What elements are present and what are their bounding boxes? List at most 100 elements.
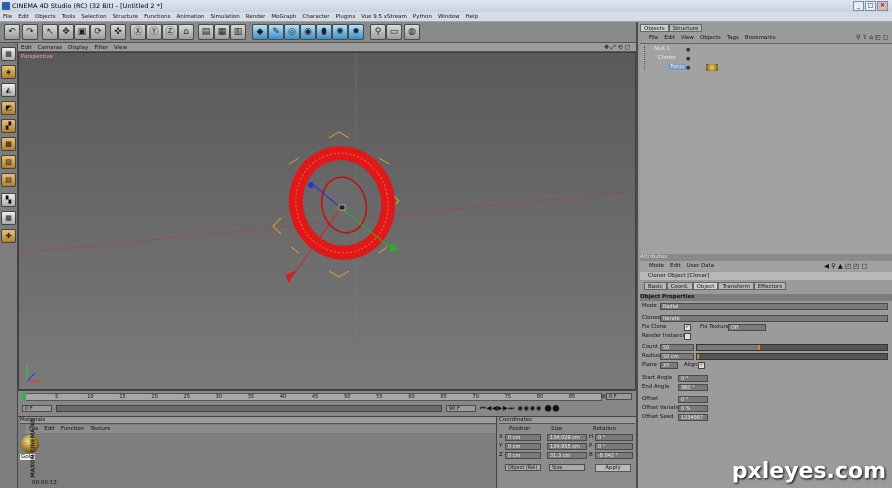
coordinate-system-icon[interactable]: ⌂	[178, 24, 194, 40]
viewport-canvas[interactable]	[19, 53, 636, 390]
count-slider[interactable]	[696, 344, 888, 351]
coord-position-input[interactable]: 0 cm	[505, 434, 541, 441]
menu-file[interactable]: File	[0, 12, 15, 22]
attr-tab-effectors[interactable]: Effectors	[753, 282, 787, 290]
coord-mode-select[interactable]: Object (Rel)	[505, 464, 541, 471]
coord-position-input[interactable]: 0 cm	[505, 452, 541, 459]
menu-objects[interactable]: Objects	[32, 12, 59, 22]
edges-mode-icon[interactable]: ▧	[1, 155, 16, 169]
visibility-dots[interactable]: ● ● ●	[686, 46, 690, 73]
rotate-icon[interactable]: ⟳	[90, 24, 106, 40]
coord-position-input[interactable]: 0 cm	[505, 443, 541, 450]
materials-menu-function[interactable]: Function	[58, 425, 87, 433]
coord-size-input[interactable]: 134.955 cm	[547, 443, 587, 450]
attributes-menu-mode[interactable]: Mode	[646, 262, 667, 270]
menu-mograph[interactable]: MoGraph	[268, 12, 299, 22]
menu-character[interactable]: Character	[299, 12, 332, 22]
nurbs-icon[interactable]: ◎	[284, 24, 300, 40]
tab-structure[interactable]: Structure	[668, 24, 703, 32]
coord-rotation-input[interactable]: 0 °	[595, 443, 633, 450]
offset-seed-input[interactable]: 1234567	[678, 414, 708, 421]
render-picture-viewer-icon[interactable]: ▦	[214, 24, 230, 40]
transform-icon[interactable]: ✜	[110, 24, 126, 40]
menu-edit[interactable]: Edit	[15, 12, 32, 22]
objects-menu-view[interactable]: View	[678, 34, 697, 42]
timeline-playhead[interactable]	[22, 393, 26, 401]
light-icon[interactable]: ▭	[386, 24, 402, 40]
render-instances-checkbox[interactable]	[684, 333, 691, 340]
timeline-ruler[interactable]: 051015202530354045505560657075808590	[22, 393, 607, 401]
menu-animation[interactable]: Animation	[173, 12, 207, 22]
offset-variation-input[interactable]: 0 %	[678, 405, 708, 412]
environment-icon[interactable]: ✹	[348, 24, 364, 40]
timeline-end-field[interactable]: 90 F	[446, 405, 476, 412]
texture-mode-icon[interactable]: ◩	[1, 101, 16, 115]
move-icon[interactable]: ✥	[58, 24, 74, 40]
align-checkbox[interactable]: ✓	[698, 362, 705, 369]
make-editable-icon[interactable]: ▦	[1, 47, 16, 61]
undo-icon[interactable]: ↶	[4, 24, 20, 40]
coord-size-input[interactable]: 31.3 cm	[547, 452, 587, 459]
objects-menu-file[interactable]: File	[646, 34, 661, 42]
camera-icon[interactable]: ⚲	[370, 24, 386, 40]
z-axis-icon[interactable]: Ⓩ	[162, 24, 178, 40]
fix-texture-select[interactable]: Off	[728, 324, 766, 331]
objects-menu-objects[interactable]: Objects	[697, 34, 724, 42]
x-axis-icon[interactable]: Ⓧ	[130, 24, 146, 40]
menu-render[interactable]: Render	[243, 12, 269, 22]
end-angle-input[interactable]: 360 °	[678, 384, 708, 391]
array-icon[interactable]: ◉	[300, 24, 316, 40]
object-cloner[interactable]: Cloner	[658, 55, 676, 61]
coord-size-select[interactable]: Size	[549, 464, 585, 471]
objects-menu-bookmarks[interactable]: Bookmarks	[742, 34, 779, 42]
scene-icon[interactable]: ✺	[332, 24, 348, 40]
snap-icon[interactable]: ✤	[1, 229, 16, 243]
object-null[interactable]: Null.1	[654, 46, 670, 52]
menu-python[interactable]: Python	[410, 12, 435, 22]
objects-menu-edit[interactable]: Edit	[661, 34, 678, 42]
menu-window[interactable]: Window	[435, 12, 463, 22]
render-settings-icon[interactable]: ▥	[230, 24, 246, 40]
enable-axis-icon[interactable]: ▚	[1, 193, 16, 207]
coord-rotation-input[interactable]: -8.042 °	[595, 452, 633, 459]
radius-input[interactable]: 50 cm	[660, 353, 694, 360]
gizmo-z-handle[interactable]	[308, 182, 314, 188]
objects-list[interactable]: Null.1 Cloner Torus ● ● ●	[640, 43, 892, 271]
offset-input[interactable]: 0 °	[678, 396, 708, 403]
object-axis-icon[interactable]: ◭	[1, 83, 16, 97]
polygons-mode-icon[interactable]: ▤	[1, 173, 16, 187]
cube-icon[interactable]: ◆	[252, 24, 268, 40]
mode-select[interactable]: Radial	[660, 303, 888, 310]
material-tag-icon[interactable]	[706, 64, 718, 71]
plane-select[interactable]: XY	[660, 362, 678, 369]
menu-vue-9-5-xstream[interactable]: Vue 9.5 xStream	[358, 12, 410, 22]
tab-objects[interactable]: Objects	[640, 24, 669, 32]
y-axis-icon[interactable]: Ⓨ	[146, 24, 162, 40]
coord-size-input[interactable]: 134.029 cm	[547, 434, 587, 441]
menu-help[interactable]: Help	[463, 12, 482, 22]
viewport-nav-icons[interactable]: ✥ ⤢ ⟲ ▢	[604, 43, 630, 52]
workplane-icon[interactable]: ▞	[1, 119, 16, 133]
objects-nav-icons[interactable]: ⚲ ⇧ ⌂ ◰ ▢	[856, 34, 888, 41]
live-select-icon[interactable]: ↖	[42, 24, 58, 40]
attr-tab-basic[interactable]: Basic	[644, 282, 667, 290]
playback-controls[interactable]: ⏮◀◀▶▶⏭ ◉◉◉◉ ⬤⬤	[480, 404, 560, 413]
deformer-icon[interactable]: ⬮	[316, 24, 332, 40]
attributes-menu-user-data[interactable]: User Data	[684, 262, 717, 270]
menu-plugins[interactable]: Plugins	[333, 12, 359, 22]
timeline-start-field[interactable]: 0 F	[22, 405, 52, 412]
menu-structure[interactable]: Structure	[110, 12, 142, 22]
radius-slider[interactable]	[696, 353, 888, 360]
timeline-range-slider[interactable]	[56, 405, 442, 412]
fix-clone-checkbox[interactable]: ✓	[684, 324, 691, 331]
redo-icon[interactable]: ↷	[22, 24, 38, 40]
timeline-current-frame[interactable]: 0 F	[606, 393, 632, 400]
tweak-mode-icon[interactable]: ▦	[1, 211, 16, 225]
clones-select[interactable]: Iterate	[660, 315, 888, 322]
menu-tools[interactable]: Tools	[59, 12, 79, 22]
minimize-button[interactable]: _	[853, 1, 864, 11]
spline-pen-icon[interactable]: ✎	[268, 24, 284, 40]
objects-menu-tags[interactable]: Tags	[724, 34, 742, 42]
materials-menu-texture[interactable]: Texture	[87, 425, 113, 433]
close-button[interactable]: ✕	[877, 1, 888, 11]
